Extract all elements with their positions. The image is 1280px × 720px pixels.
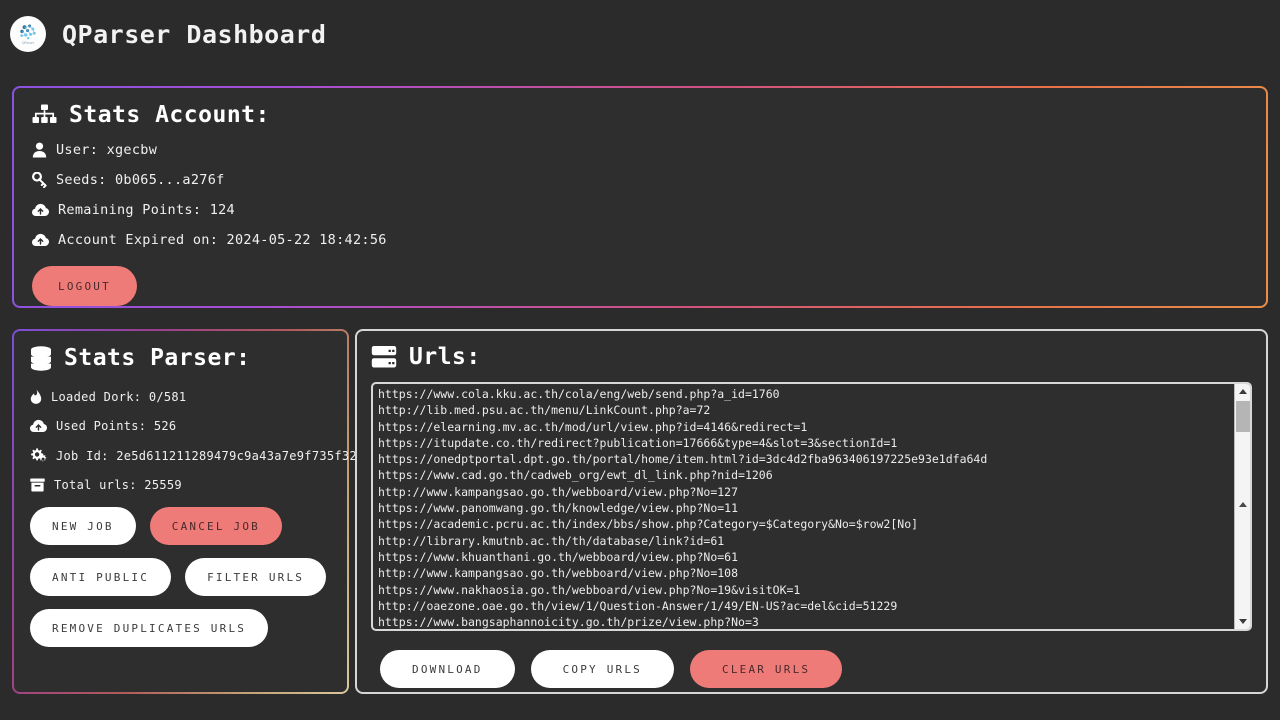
- user-icon: [32, 142, 47, 158]
- account-seeds-text: Seeds: 0b065...a276f: [56, 172, 225, 188]
- svg-text:QParser: QParser: [22, 41, 35, 45]
- account-user-text: User: xgecbw: [56, 142, 158, 158]
- parser-row-used-points: Used Points: 526: [30, 419, 331, 433]
- anti-public-button[interactable]: ANTI PUBLIC: [30, 558, 172, 596]
- account-expiry-text: Account Expired on: 2024-05-22 18:42:56: [58, 232, 387, 248]
- scrollbar-thumb[interactable]: [1236, 401, 1250, 432]
- download-button[interactable]: DOWNLOAD: [380, 650, 515, 688]
- scroll-down-arrow-icon[interactable]: [1235, 614, 1250, 629]
- parser-loaded-dork-text: Loaded Dork: 0/581: [51, 389, 187, 404]
- parser-total-urls-text: Total urls: 25559: [54, 478, 182, 492]
- logout-button[interactable]: LOGOUT: [32, 266, 137, 306]
- account-row-remaining-points: Remaining Points: 124: [32, 202, 1248, 218]
- account-row-expiry: Account Expired on: 2024-05-22 18:42:56: [32, 232, 1248, 248]
- account-remaining-points-text: Remaining Points: 124: [58, 202, 235, 218]
- cloud-upload-icon: [32, 203, 49, 217]
- stats-parser-title: Stats Parser:: [30, 345, 331, 371]
- parser-row-job-id: Job Id: 2e5d611211289479c9a43a7e9f735f32: [30, 448, 357, 463]
- sitemap-icon: [32, 104, 57, 126]
- new-job-button[interactable]: NEW JOB: [30, 507, 136, 545]
- stats-parser-title-label: Stats Parser:: [64, 345, 251, 371]
- database-icon: [30, 345, 52, 371]
- stats-account-title: Stats Account:: [32, 102, 1248, 128]
- app-header: QParser QParser Dashboard: [0, 0, 1280, 68]
- parser-job-id-text: Job Id: 2e5d611211289479c9a43a7e9f735f32: [56, 448, 357, 463]
- scrollbar-middle-arrow-icon: [1235, 502, 1250, 507]
- server-icon: [371, 345, 397, 369]
- filter-urls-button[interactable]: FILTER URLS: [185, 558, 327, 596]
- cloud-upload-icon: [32, 233, 49, 247]
- parser-row-loaded-dork: Loaded Dork: 0/581: [30, 389, 331, 404]
- stats-account-panel: Stats Account: User: xgecbw Seeds: 0b065…: [12, 86, 1268, 308]
- scroll-up-arrow-icon[interactable]: [1235, 384, 1250, 399]
- fire-icon: [30, 389, 42, 404]
- account-row-user: User: xgecbw: [32, 142, 1248, 158]
- parser-button-row-3: REMOVE DUPLICATES URLS: [30, 609, 331, 647]
- urls-textarea[interactable]: https://www.cola.kku.ac.th/cola/eng/web/…: [371, 382, 1252, 631]
- remove-duplicates-urls-button[interactable]: REMOVE DUPLICATES URLS: [30, 609, 269, 647]
- parser-row-total-urls: Total urls: 25559: [30, 478, 331, 492]
- urls-panel: Urls: https://www.cola.kku.ac.th/cola/en…: [355, 329, 1268, 694]
- urls-title-label: Urls:: [409, 344, 481, 370]
- stats-account-title-label: Stats Account:: [69, 102, 270, 128]
- molecule-logo-icon: QParser: [10, 16, 46, 52]
- app-title: QParser Dashboard: [62, 19, 327, 49]
- archive-icon: [30, 478, 45, 492]
- copy-urls-button[interactable]: COPY URLS: [530, 650, 674, 688]
- cloud-upload-icon: [30, 419, 47, 433]
- cancel-job-button[interactable]: CANCEL JOB: [149, 507, 282, 545]
- stats-parser-panel: Stats Parser: Loaded Dork: 0/581 Used Po…: [12, 329, 357, 694]
- urls-title: Urls:: [371, 344, 1252, 370]
- cogs-icon: [30, 448, 47, 463]
- key-icon: [32, 172, 47, 188]
- urls-scrollbar[interactable]: [1234, 384, 1250, 629]
- parser-used-points-text: Used Points: 526: [56, 419, 177, 433]
- urls-list-content: https://www.cola.kku.ac.th/cola/eng/web/…: [378, 387, 988, 629]
- parser-button-row-2: ANTI PUBLIC FILTER URLS: [30, 558, 331, 596]
- parser-button-row-1: NEW JOB CANCEL JOB: [30, 507, 331, 545]
- urls-button-row: DOWNLOAD COPY URLS CLEAR URLS: [371, 650, 1252, 688]
- clear-urls-button[interactable]: CLEAR URLS: [690, 650, 843, 688]
- account-row-seeds: Seeds: 0b065...a276f: [32, 172, 1248, 188]
